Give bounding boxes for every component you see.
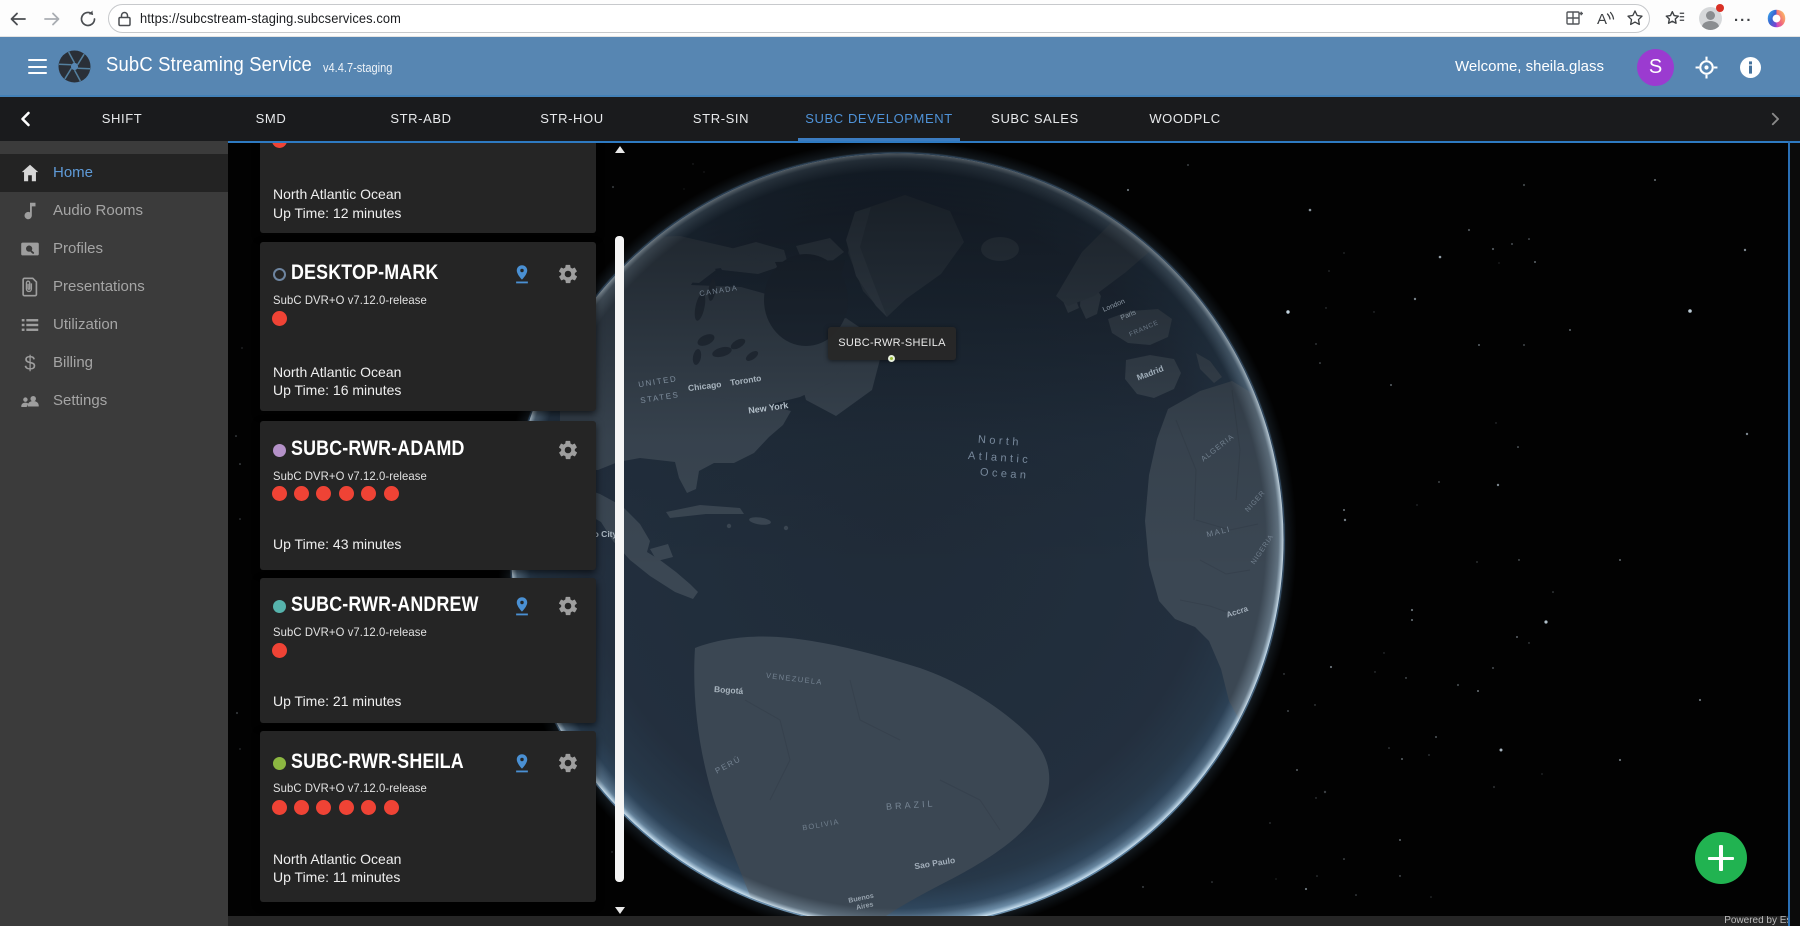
svg-text:Bogotá: Bogotá <box>714 684 744 696</box>
svg-text:A: A <box>1597 11 1607 28</box>
svg-text:$: $ <box>24 353 35 374</box>
